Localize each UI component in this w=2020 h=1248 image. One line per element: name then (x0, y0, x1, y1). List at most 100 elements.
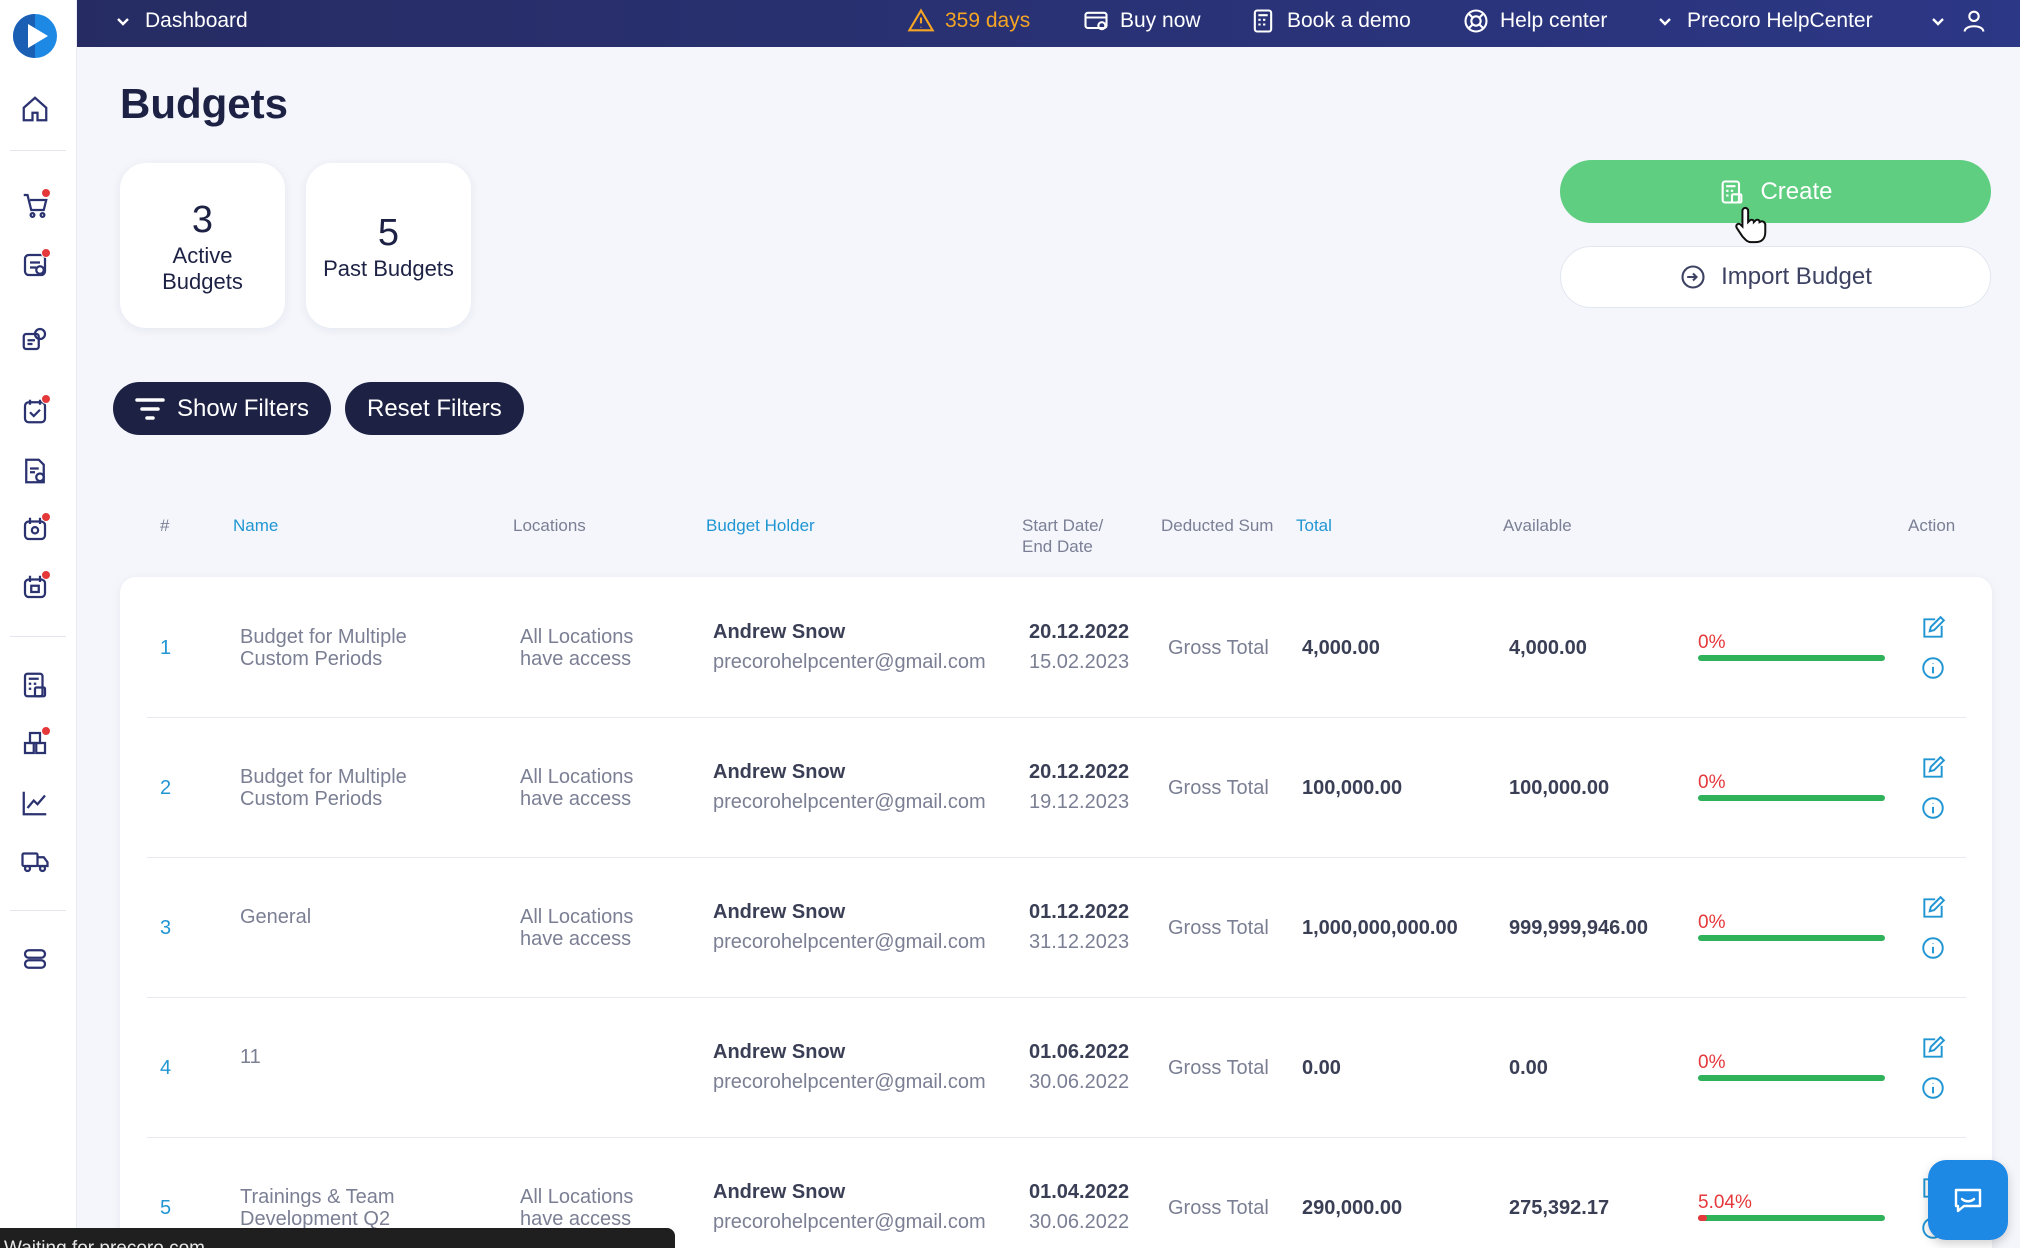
row-number[interactable]: 5 (160, 1197, 171, 1219)
row-number[interactable]: 4 (160, 1057, 171, 1079)
active-budgets-card[interactable]: 3 Active Budgets (120, 163, 285, 328)
usage-progress-fill (1698, 1215, 1708, 1221)
holder-name: Andrew Snow (713, 761, 846, 783)
edit-budget-button[interactable] (1920, 895, 1946, 921)
notification-dot (41, 726, 51, 736)
budget-total: 290,000.00 (1302, 1197, 1403, 1219)
filter-icon (135, 397, 165, 420)
inventory-icon[interactable] (18, 512, 52, 546)
invoice-icon[interactable] (18, 454, 52, 488)
import-budget-button[interactable]: Import Budget (1560, 246, 1991, 308)
book-demo-link[interactable]: Book a demo (1249, 0, 1411, 42)
holder-name: Andrew Snow (713, 621, 846, 643)
settings-toggles-icon[interactable] (18, 942, 52, 976)
table-row[interactable]: 1 Budget for Multiple Custom Periods All… (147, 578, 1966, 718)
home-icon[interactable] (18, 92, 52, 126)
budget-name[interactable]: 11 (240, 1046, 470, 1068)
budget-dates: 01.06.2022 30.06.2022 (1029, 1041, 1129, 1093)
col-header-total[interactable]: Total (1296, 515, 1332, 536)
company-switcher[interactable]: Precoro HelpCenter (1657, 0, 1873, 42)
row-number[interactable]: 1 (160, 637, 171, 659)
row-number[interactable]: 3 (160, 917, 171, 939)
edit-budget-button[interactable] (1920, 1035, 1946, 1061)
usage-progress-bar (1698, 795, 1885, 801)
edit-budget-button[interactable] (1920, 615, 1946, 641)
trial-days-warning[interactable]: 359 days (907, 0, 1030, 42)
receipt-icon[interactable] (18, 394, 52, 428)
end-date: 19.12.2023 (1029, 791, 1130, 813)
active-budgets-count: 3 (191, 198, 214, 241)
budgets-icon[interactable] (18, 668, 52, 702)
col-header-name[interactable]: Name (233, 515, 278, 536)
dashboard-dropdown[interactable]: Dashboard (115, 0, 248, 42)
budget-info-button[interactable] (1920, 795, 1946, 821)
delivery-truck-icon[interactable] (18, 844, 52, 878)
show-filters-button[interactable]: Show Filters (113, 382, 332, 435)
budget-total: 0.00 (1302, 1057, 1341, 1079)
budget-name[interactable]: Budget for Multiple Custom Periods (240, 766, 470, 810)
row-number[interactable]: 2 (160, 777, 171, 799)
reset-filters-label: Reset Filters (367, 394, 502, 422)
budget-dates: 20.12.2022 19.12.2023 (1029, 761, 1129, 813)
holder-email: precorohelpcenter@gmail.com (713, 1211, 986, 1233)
budget-name[interactable]: Budget for Multiple Custom Periods (240, 626, 470, 670)
purchase-requisition-icon[interactable] (18, 188, 52, 222)
help-center-link[interactable]: Help center (1462, 0, 1607, 42)
deducted-sum: Gross Total (1168, 637, 1269, 659)
col-header-action: Action (1908, 516, 1956, 535)
precoro-logo[interactable] (13, 14, 57, 58)
sidebar-divider (10, 150, 66, 151)
table-row[interactable]: 4 11 Andrew Snow precorohelpcenter@gmail… (147, 998, 1966, 1138)
book-demo-label: Book a demo (1287, 9, 1411, 32)
user-menu[interactable] (1930, 0, 1998, 42)
browser-status-bar: Waiting for precoro.com... (0, 1228, 675, 1248)
info-icon (1922, 1077, 1944, 1099)
budget-holder: Andrew Snow precorohelpcenter@gmail.com (713, 901, 986, 953)
budget-dates: 20.12.2022 15.02.2023 (1029, 621, 1129, 673)
chevron-down-icon (1659, 18, 1671, 26)
expenses-icon[interactable] (18, 570, 52, 604)
usage-progress-bar (1698, 1075, 1885, 1081)
col-header-budget-holder[interactable]: Budget Holder (706, 515, 815, 536)
chat-support-button[interactable] (1928, 1160, 2008, 1240)
budget-name[interactable]: General (240, 906, 470, 928)
budget-info-button[interactable] (1920, 655, 1946, 681)
buy-card-icon (1084, 11, 1108, 31)
holder-email: precorohelpcenter@gmail.com (713, 791, 986, 813)
budget-available: 0.00 (1509, 1057, 1548, 1079)
start-date: 01.06.2022 (1029, 1041, 1130, 1063)
budget-total: 4,000.00 (1302, 637, 1380, 659)
analytics-icon[interactable] (18, 786, 52, 820)
budget-info-button[interactable] (1920, 935, 1946, 961)
calculator-icon (1253, 9, 1273, 33)
col-header-available: Available (1503, 516, 1572, 535)
sidebar-divider (10, 636, 66, 637)
budget-total: 1,000,000,000.00 (1302, 917, 1458, 939)
create-budget-button[interactable]: Create (1560, 160, 1991, 223)
edit-icon (1923, 1035, 1946, 1058)
items-icon[interactable] (18, 726, 52, 760)
edit-budget-button[interactable] (1920, 755, 1946, 781)
suppliers-icon[interactable] (18, 322, 52, 356)
hand-cursor-icon (1735, 206, 1767, 244)
deducted-sum: Gross Total (1168, 777, 1269, 799)
reset-filters-button[interactable]: Reset Filters (345, 382, 524, 435)
approval-icon[interactable] (18, 248, 52, 282)
import-label: Import Budget (1721, 263, 1872, 290)
budget-info-button[interactable] (1920, 1075, 1946, 1101)
deducted-sum: Gross Total (1168, 1057, 1269, 1079)
buy-now-link[interactable]: Buy now (1082, 0, 1201, 42)
table-row[interactable]: 3 General All Locations have access Andr… (147, 858, 1966, 998)
sidebar-divider (10, 910, 66, 911)
show-filters-label: Show Filters (177, 394, 310, 422)
notification-dot (41, 570, 51, 580)
budget-dates: 01.04.2022 30.06.2022 (1029, 1181, 1129, 1233)
budget-name[interactable]: Trainings & Team Development Q2 (240, 1186, 470, 1230)
info-icon (1922, 797, 1944, 819)
budget-available: 4,000.00 (1509, 637, 1587, 659)
end-date: 31.12.2023 (1029, 931, 1130, 953)
buy-now-label: Buy now (1120, 9, 1201, 32)
past-budgets-card[interactable]: 5 Past Budgets (306, 163, 471, 328)
table-row[interactable]: 2 Budget for Multiple Custom Periods All… (147, 718, 1966, 858)
end-date: 15.02.2023 (1029, 651, 1130, 673)
